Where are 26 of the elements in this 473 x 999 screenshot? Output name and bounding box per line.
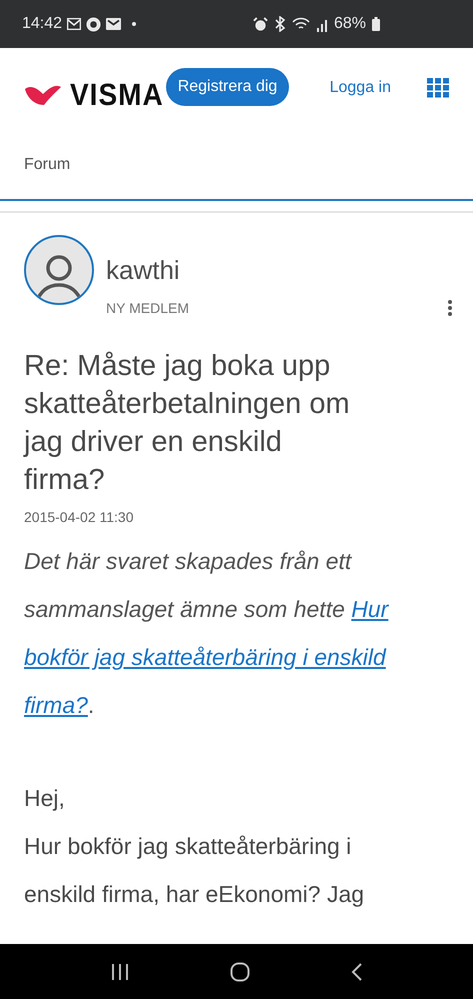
clock-time: 14:42 bbox=[22, 15, 62, 33]
ring-icon bbox=[86, 16, 102, 32]
battery-icon bbox=[372, 17, 380, 31]
post-date: 2015-04-02 11:30 bbox=[24, 509, 134, 525]
register-button[interactable]: Registrera dig bbox=[166, 68, 290, 106]
battery-percentage: 68% bbox=[334, 15, 366, 33]
author-name[interactable]: kawthi bbox=[106, 255, 189, 286]
logo-wordmark: VISMA bbox=[70, 77, 164, 113]
logo-icon bbox=[24, 83, 62, 107]
body-paragraph: Hur bokför jag skatteåterbäring i enskild firma, har eEkonomi? Jag bbox=[24, 832, 366, 909]
merge-note: Det här svaret skapades från ett sammanslaget ämne som hette Hur bokför jag skatteåterbäring i enskild firma?. bbox=[24, 547, 390, 720]
apps-grid-icon[interactable] bbox=[427, 78, 449, 98]
body-paragraph: Hej, bbox=[24, 784, 66, 813]
login-link[interactable]: Logga in bbox=[330, 79, 391, 97]
more-options-icon[interactable] bbox=[447, 299, 453, 317]
alarm-icon bbox=[253, 16, 268, 32]
recent-apps-icon[interactable] bbox=[110, 964, 128, 980]
post-title: Re: Måste jag boka upp skatteåterbetalningen om jag driver en enskild firma? bbox=[24, 349, 351, 498]
member-rank: NY MEDLEM bbox=[106, 300, 189, 316]
wifi-icon bbox=[292, 17, 310, 31]
home-icon[interactable] bbox=[230, 962, 250, 982]
breadcrumb-link[interactable]: Forum bbox=[24, 156, 70, 173]
mail-icon bbox=[67, 18, 82, 30]
mail-icon bbox=[106, 18, 122, 30]
bluetooth-icon bbox=[274, 16, 286, 32]
back-icon[interactable] bbox=[350, 962, 362, 980]
